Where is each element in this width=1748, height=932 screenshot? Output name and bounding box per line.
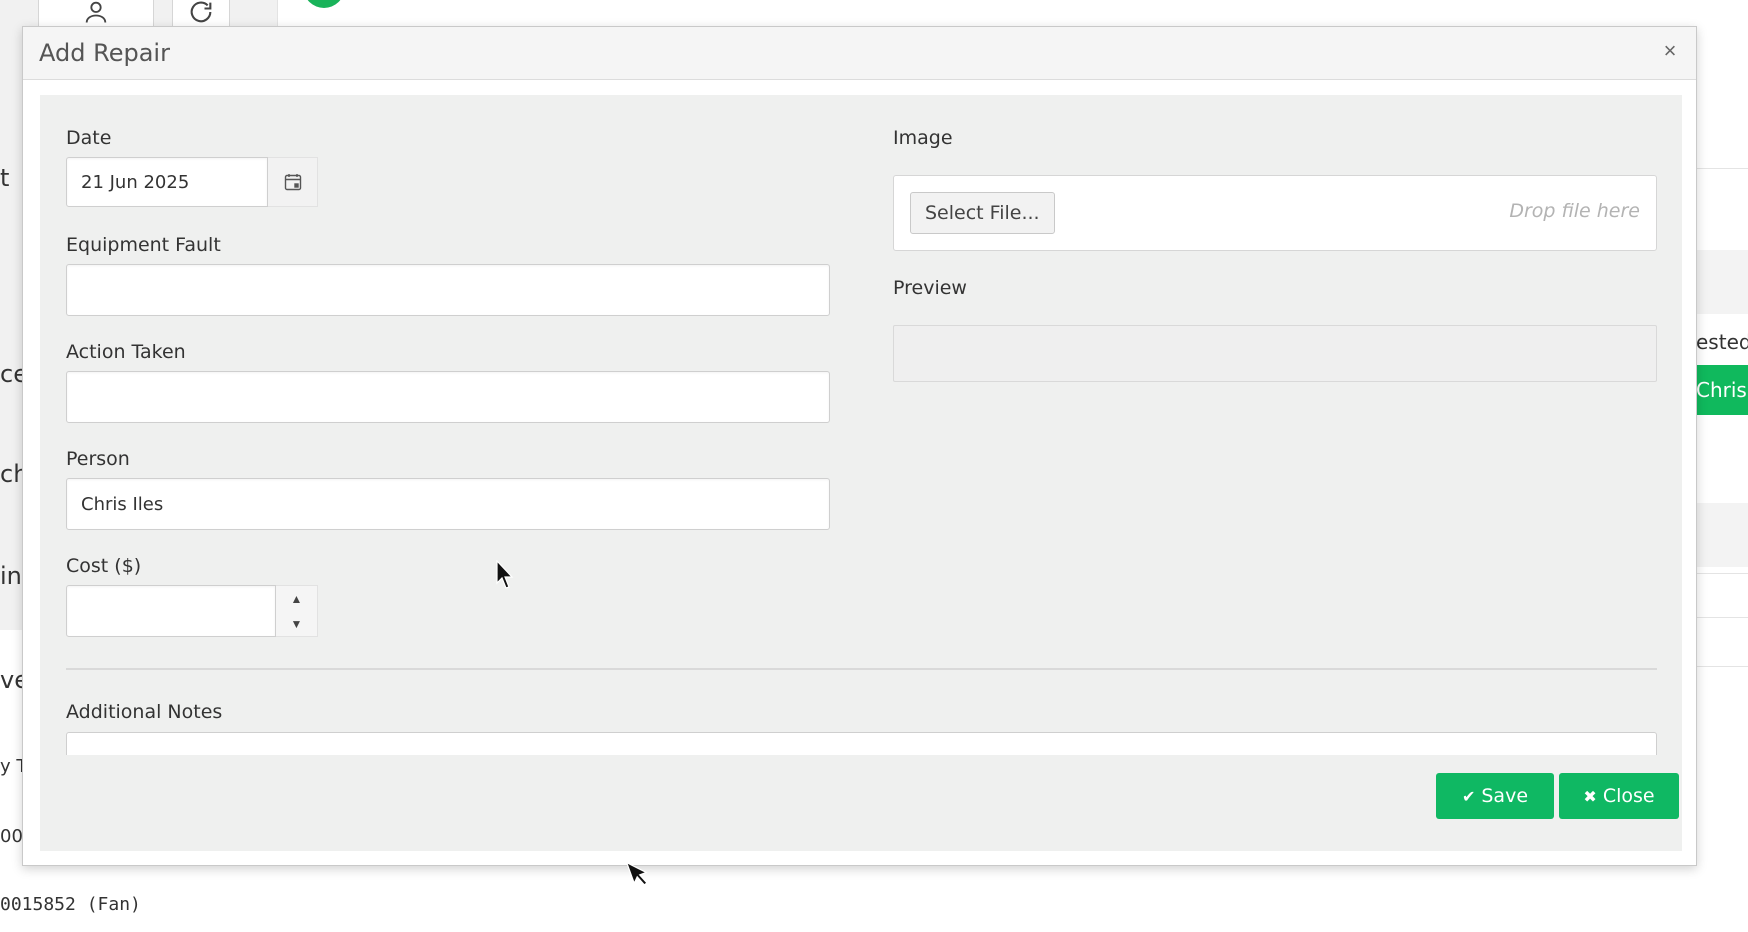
cost-label: Cost ($) xyxy=(66,555,142,577)
sidebar-fragment: 00 xyxy=(0,826,23,847)
table-row xyxy=(1696,666,1748,667)
sidebar-fragment: t xyxy=(0,164,10,192)
equipment-fault-label: Equipment Fault xyxy=(66,234,221,256)
increment-button[interactable]: ▲ xyxy=(276,586,317,611)
action-taken-input[interactable] xyxy=(66,371,830,423)
person-label: Person xyxy=(66,448,130,470)
person-input[interactable] xyxy=(66,478,830,530)
status-avatar xyxy=(304,0,344,8)
add-repair-modal: Add Repair × Date Equipment Fault Action… xyxy=(22,26,1697,866)
equipment-label: 0015852 (Fan) xyxy=(0,894,141,915)
notes-scroll-container xyxy=(66,732,1657,755)
select-file-button[interactable]: Select File... xyxy=(910,192,1055,234)
user-icon xyxy=(85,1,107,23)
save-button[interactable]: ✔ Save xyxy=(1436,773,1554,819)
person-badge: Chris Ile xyxy=(1696,365,1748,415)
modal-title: Add Repair xyxy=(39,39,170,67)
mouse-cursor-icon xyxy=(496,560,514,589)
close-icon[interactable]: × xyxy=(1658,39,1682,63)
decrement-button[interactable]: ▼ xyxy=(276,611,317,636)
times-icon: ✖ xyxy=(1583,786,1597,806)
equipment-fault-input[interactable] xyxy=(66,264,830,316)
save-button-label: Save xyxy=(1481,785,1529,807)
cost-input[interactable] xyxy=(66,585,276,637)
additional-notes-input[interactable] xyxy=(66,732,1657,755)
check-icon: ✔ xyxy=(1461,786,1476,806)
date-input[interactable] xyxy=(66,157,268,207)
cost-stepper: ▲ ▼ xyxy=(276,585,318,637)
modal-body: Date Equipment Fault Action Taken Person… xyxy=(40,95,1682,851)
image-preview xyxy=(893,325,1657,382)
table-row xyxy=(1696,168,1748,169)
table-row xyxy=(1696,573,1748,574)
drop-file-hint: Drop file here xyxy=(1509,200,1640,222)
date-label: Date xyxy=(66,127,112,149)
background-right-panel: ested Chris Ile xyxy=(1696,0,1748,932)
sidebar-fragment: in xyxy=(0,562,22,590)
date-picker-button[interactable] xyxy=(268,157,318,207)
image-upload-zone[interactable]: Select File... Drop file here xyxy=(893,175,1657,251)
section-divider xyxy=(66,668,1657,670)
action-taken-label: Action Taken xyxy=(66,341,186,363)
close-button[interactable]: ✖ Close xyxy=(1559,773,1679,819)
table-row xyxy=(1696,617,1748,618)
table-header xyxy=(1696,250,1748,314)
refresh-icon xyxy=(190,1,212,23)
table-row xyxy=(1696,503,1748,567)
modal-header: Add Repair × xyxy=(23,27,1696,80)
column-fragment: ested xyxy=(1696,330,1748,354)
preview-label: Preview xyxy=(893,277,967,299)
close-button-label: Close xyxy=(1602,785,1655,807)
additional-notes-label: Additional Notes xyxy=(66,701,223,723)
calendar-icon xyxy=(284,174,301,191)
image-label: Image xyxy=(893,127,953,149)
